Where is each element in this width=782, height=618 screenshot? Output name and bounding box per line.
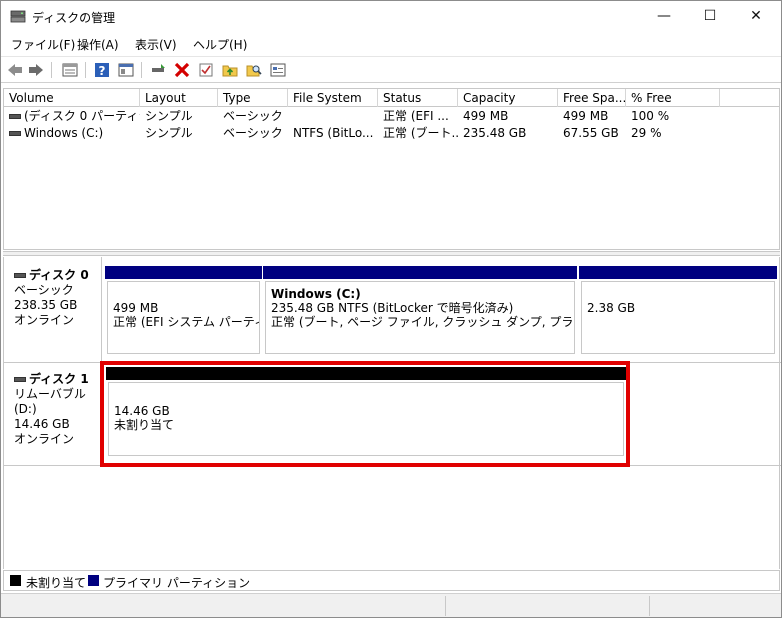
column-capacity[interactable]: Capacity (458, 89, 558, 107)
capacity-cell: 235.48 GB (463, 126, 527, 140)
file-system-cell (288, 108, 378, 125)
type-cell: ベーシック (223, 126, 283, 140)
help-icon[interactable]: ? (93, 61, 111, 79)
partition-efi-body: 499 MB 正常 (EFI システム パーティション) (107, 281, 260, 354)
legend: 未割り当て プライマリ パーティション (3, 570, 780, 591)
legend-primary-partition: プライマリ パーティション (103, 576, 251, 590)
status-divider (649, 596, 650, 616)
volume-list[interactable]: Volume Layout Type File System Status Ca… (3, 88, 780, 250)
toolbar: ? (1, 56, 781, 83)
drive-icon (9, 114, 21, 119)
volume-name-cell: (ディスク 0 パーティシ... (4, 108, 140, 125)
legend-swatch-primary (88, 575, 99, 586)
search-icon[interactable] (245, 61, 263, 79)
layout-cell: シンプル (145, 109, 193, 123)
legend-unallocated: 未割り当て (26, 576, 87, 590)
volume-name: (ディスク 0 パーティシ... (24, 109, 140, 123)
disk-management-app-icon (10, 10, 26, 23)
disk-0-status: オンライン (14, 313, 75, 327)
drive-icon (14, 273, 26, 278)
percent-free-cell: 100 % (631, 109, 670, 123)
title-bar: ディスクの管理 — ☐ ✕ (1, 1, 781, 32)
partition-size: 2.38 GB (587, 301, 636, 315)
column-file-system[interactable]: File System (288, 89, 378, 107)
check-icon[interactable] (197, 61, 215, 79)
disk-0-label[interactable]: ディスク 0 ベーシック 238.35 GB オンライン (4, 257, 102, 362)
disk-management-window: ディスクの管理 — ☐ ✕ ファイル(F) 操作(A) 表示(V) ヘルプ(H)… (0, 0, 782, 618)
type-cell: ベーシック (223, 109, 283, 123)
volume-list-header: Volume Layout Type File System Status Ca… (4, 89, 779, 107)
partition-status: 正常 (EFI システム パーティション) (113, 315, 259, 329)
capacity-cell: 499 MB (463, 109, 509, 123)
status-cell: 正常 (EFI ... (383, 109, 449, 123)
legend-swatch-unallocated (10, 575, 21, 586)
partition-title: Windows (C:) (271, 287, 361, 301)
menu-bar: ファイル(F) 操作(A) 表示(V) ヘルプ(H) (1, 32, 781, 54)
delete-icon[interactable] (173, 61, 191, 79)
partition-size: 499 MB (113, 301, 159, 315)
window-title: ディスクの管理 (32, 11, 116, 25)
disk-1-size: 14.46 GB (14, 417, 70, 431)
status-divider (445, 596, 446, 616)
disk-1-status: オンライン (14, 432, 75, 446)
column-status[interactable]: Status (378, 89, 458, 107)
partition-efi[interactable]: 499 MB 正常 (EFI システム パーティション) (105, 266, 262, 356)
volume-name: Windows (C:) (24, 126, 104, 140)
minimize-button[interactable]: — (641, 1, 687, 32)
drive-icon (14, 377, 26, 382)
column-percent-free[interactable]: % Free (626, 89, 720, 107)
disk-1-label[interactable]: ディスク 1 リムーバブル (D:) 14.46 GB オンライン (4, 363, 102, 465)
volume-row[interactable]: Windows (C:) シンプル ベーシック NTFS (BitLo... 正… (4, 125, 779, 142)
partition-windows-c[interactable]: Windows (C:) 235.48 GB NTFS (BitLocker で… (263, 266, 577, 356)
partition-recovery[interactable]: 2.38 GB (579, 266, 777, 356)
disk-1-name-text: ディスク 1 (29, 372, 89, 386)
properties-icon[interactable] (117, 61, 135, 79)
close-button[interactable]: ✕ (733, 1, 779, 32)
volume-name-cell: Windows (C:) (4, 125, 140, 142)
free-space-cell: 499 MB (563, 109, 609, 123)
primary-partition-bar (105, 266, 262, 279)
menu-file[interactable]: ファイル(F) (11, 36, 75, 53)
disk-1-name: ディスク 1 (14, 372, 101, 387)
connect-icon[interactable] (149, 61, 167, 79)
svg-text:?: ? (99, 64, 106, 78)
drive-icon (9, 131, 21, 136)
column-free-space[interactable]: Free Spa... (558, 89, 626, 107)
disk-1-type: リムーバブル (D:) (14, 387, 86, 416)
partition-status: 正常 (ブート, ページ ファイル, クラッシュ ダンプ, プライマリ パーティ… (271, 315, 574, 329)
column-layout[interactable]: Layout (140, 89, 218, 107)
column-type[interactable]: Type (218, 89, 288, 107)
volume-row[interactable]: (ディスク 0 パーティシ... シンプル ベーシック 正常 (EFI ... … (4, 108, 779, 125)
primary-partition-bar (263, 266, 577, 279)
menu-help[interactable]: ヘルプ(H) (193, 36, 247, 53)
free-space-cell: 67.55 GB (563, 126, 619, 140)
layout-cell: シンプル (145, 126, 193, 140)
menu-view[interactable]: 表示(V) (135, 36, 177, 53)
primary-partition-bar (579, 266, 777, 279)
percent-free-cell: 29 % (631, 126, 662, 140)
partition-recovery-body: 2.38 GB (581, 281, 775, 354)
partition-size: 235.48 GB NTFS (BitLocker で暗号化済み) (271, 301, 514, 315)
column-volume[interactable]: Volume (4, 89, 140, 107)
disk-list-icon[interactable] (61, 61, 79, 79)
disk-0-name: ディスク 0 (14, 268, 101, 283)
forward-arrow-icon[interactable] (27, 61, 45, 79)
selection-highlight (100, 361, 630, 467)
partition-windows-body: Windows (C:) 235.48 GB NTFS (BitLocker で… (265, 281, 575, 354)
settings-panel-icon[interactable] (269, 61, 287, 79)
status-bar (1, 593, 781, 617)
maximize-button[interactable]: ☐ (687, 1, 733, 32)
file-system-cell: NTFS (BitLo... (293, 126, 374, 140)
disk-0-size: 238.35 GB (14, 298, 78, 312)
disk-0-name-text: ディスク 0 (29, 268, 89, 282)
status-cell: 正常 (ブート... (383, 126, 458, 140)
folder-up-icon[interactable] (221, 61, 239, 79)
pane-splitter[interactable] (3, 251, 780, 256)
back-arrow-icon[interactable] (6, 61, 24, 79)
menu-action[interactable]: 操作(A) (77, 36, 119, 53)
disk-0-type: ベーシック (14, 283, 74, 297)
